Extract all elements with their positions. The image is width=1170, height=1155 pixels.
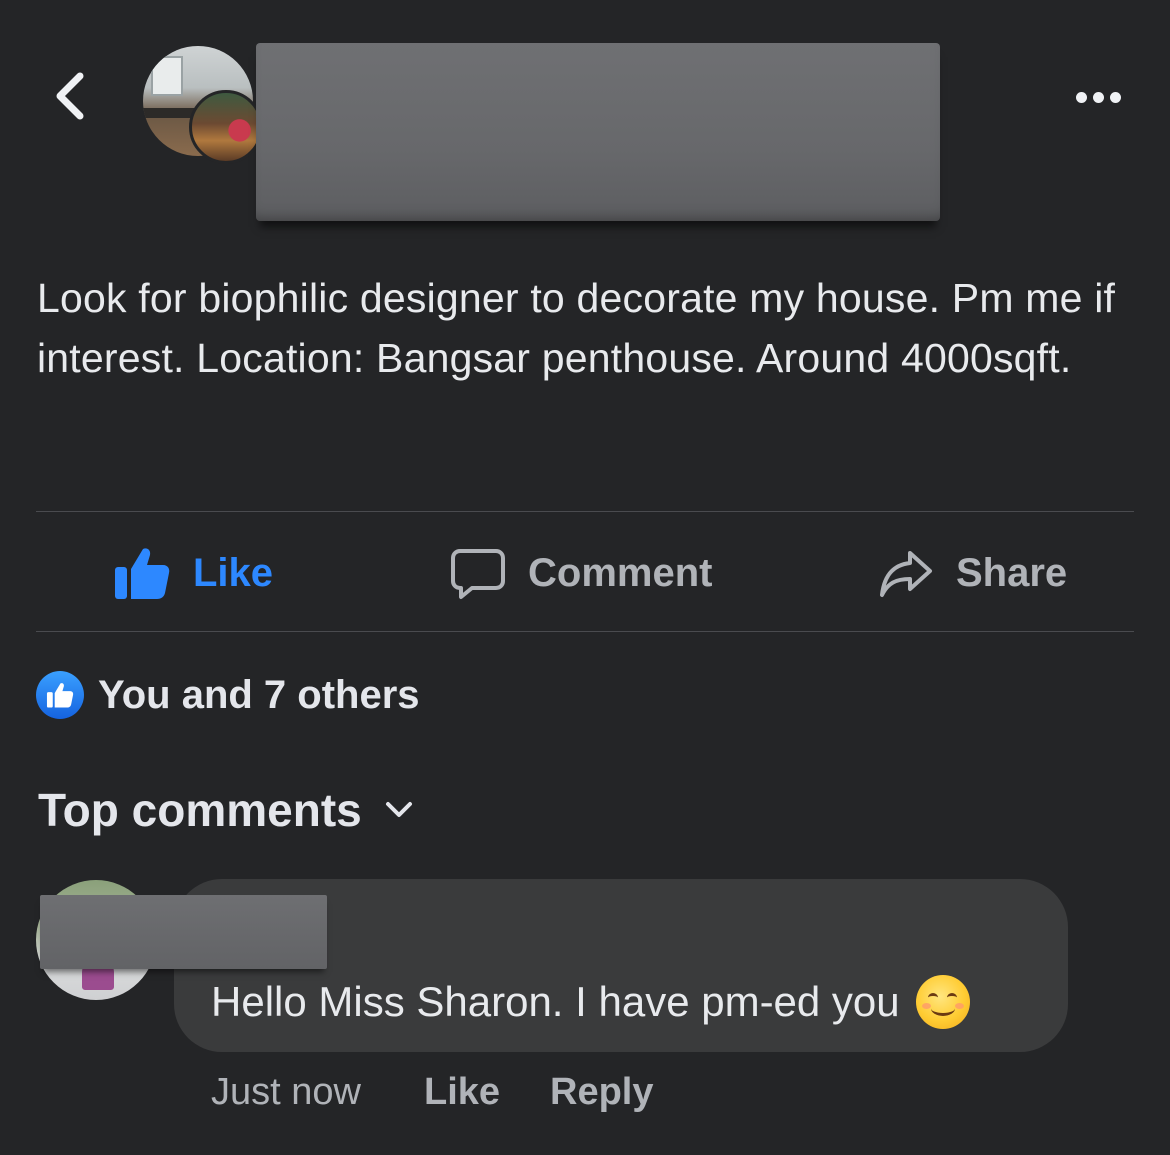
comment-bubble-icon xyxy=(451,549,505,599)
chevron-down-icon xyxy=(385,802,412,817)
more-dot xyxy=(1109,91,1121,103)
comment-sort-dropdown[interactable]: Top comments xyxy=(38,780,414,840)
comment-label: Comment xyxy=(528,550,713,595)
more-horizontal-icon xyxy=(1075,91,1087,103)
smiling-face-icon xyxy=(915,975,970,1029)
like-label: Like xyxy=(193,550,274,595)
redacted-author-name xyxy=(256,43,940,221)
reactions-summary[interactable]: You and 7 others xyxy=(36,668,420,722)
back-button[interactable] xyxy=(48,68,96,124)
reactions-count-text: You and 7 others xyxy=(98,672,420,717)
more-dot xyxy=(1092,91,1104,103)
thumbs-up-icon xyxy=(115,548,170,599)
more-options-button[interactable] xyxy=(1066,82,1130,112)
comment-body: Hello Miss Sharon. I have pm-ed you xyxy=(211,972,970,1032)
comment-like-button[interactable]: Like xyxy=(424,1062,500,1122)
comment-reply-button[interactable]: Reply xyxy=(550,1062,653,1122)
divider xyxy=(36,511,1134,512)
post-text: Look for biophilic designer to decorate … xyxy=(37,275,1116,381)
comment-timestamp: Just now xyxy=(211,1070,361,1113)
redacted-commenter-name xyxy=(40,895,327,969)
chevron-left-icon xyxy=(56,72,84,120)
comment-sort-label: Top comments xyxy=(38,784,362,836)
share-arrow-icon xyxy=(880,551,932,597)
divider xyxy=(36,631,1134,632)
group-avatar[interactable] xyxy=(143,46,263,168)
comment-text: Hello Miss Sharon. I have pm-ed you xyxy=(211,978,900,1025)
share-button[interactable]: Share xyxy=(878,540,1067,606)
share-label: Share xyxy=(956,550,1068,595)
author-avatar xyxy=(189,90,263,164)
comment-button[interactable]: Comment xyxy=(450,540,712,606)
like-reaction-icon xyxy=(36,671,84,719)
like-button[interactable]: Like xyxy=(113,540,273,606)
